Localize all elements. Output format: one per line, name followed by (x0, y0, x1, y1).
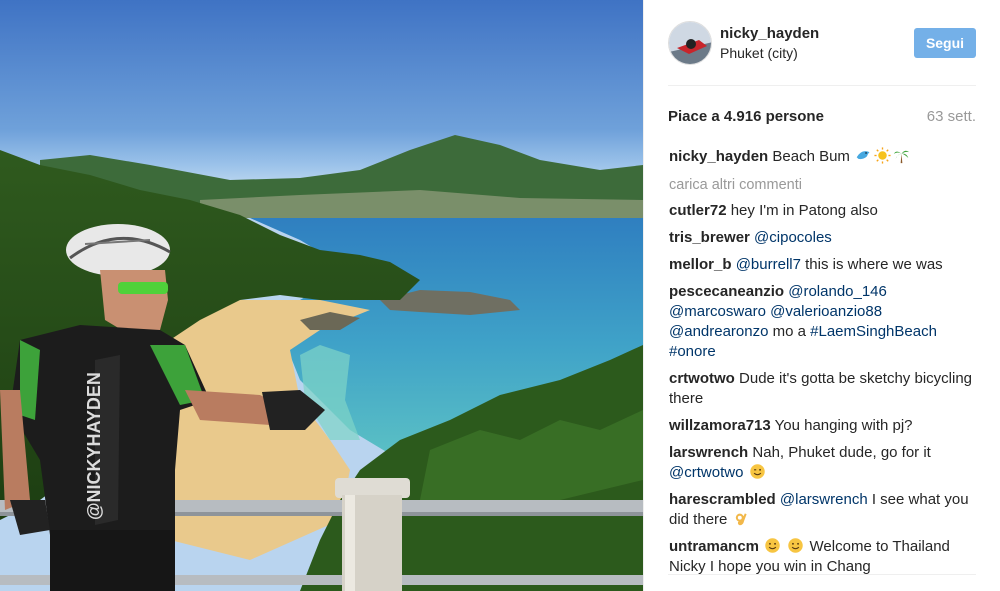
sun-emoji (874, 147, 891, 164)
comment-row: larswrench Nah, Phuket dude, go for it @… (669, 443, 980, 483)
ok-hand-emoji (735, 513, 747, 526)
comment-row: cutler72 hey I'm in Patong also (669, 201, 980, 221)
smile-emoji (788, 538, 804, 553)
comment-username[interactable]: cutler72 (669, 202, 727, 219)
mention-link[interactable]: @andrearonzo (669, 323, 768, 340)
comment-row: pescecaneanzio @rolando_146 @marcoswaro … (669, 282, 980, 362)
comment-text: Nah, Phuket dude, go for it (752, 444, 931, 461)
comment-text: mo a (768, 323, 811, 340)
comment-row: untramancm Welcome to Thailand Nicky I h… (669, 537, 980, 577)
mention-link[interactable]: @marcoswaro (669, 303, 766, 320)
comments-list: nicky_hayden Beach Bum carica altri comm… (669, 147, 980, 584)
comment-username[interactable]: pescecaneanzio (669, 283, 784, 300)
beach-scene: @NICKYHAYDEN (0, 135, 643, 591)
comment-username[interactable]: tris_brewer (669, 229, 750, 246)
comment-username[interactable]: mellor_b (669, 256, 732, 273)
divider (668, 574, 976, 575)
mention-link[interactable]: @crtwotwo (669, 464, 743, 481)
comment-row: harescrambled @larswrench I see what you… (669, 490, 980, 530)
mention-link[interactable]: #LaemSinghBeach (810, 323, 937, 340)
smile-emoji (765, 538, 780, 553)
comment-row: mellor_b @burrell7 this is where we was (669, 255, 980, 275)
comment-text (743, 464, 747, 481)
jersey-text: @NICKYHAYDEN (84, 372, 104, 520)
comment-username[interactable]: larswrench (669, 444, 748, 461)
avatar[interactable] (668, 21, 712, 65)
dolphin-emoji (856, 151, 870, 160)
load-more-comments-link[interactable]: carica altri commenti (669, 175, 980, 195)
comment-username[interactable]: crtwotwo (669, 370, 735, 387)
mention-link[interactable]: @cipocoles (754, 229, 832, 246)
wink-emoji (749, 464, 765, 479)
comment-text: hey I'm in Patong also (730, 202, 878, 219)
mention-link[interactable]: @burrell7 (736, 256, 801, 273)
comment-row: willzamora713 You hanging with pj? (669, 416, 980, 436)
comment-username[interactable]: harescrambled (669, 491, 776, 508)
post-caption: nicky_hayden Beach Bum (669, 147, 980, 167)
comment-row: tris_brewer @cipocoles (669, 228, 980, 248)
post-sidebar: nicky_hayden Phuket (city) Segui Piace a… (643, 0, 1000, 591)
post-photo[interactable]: @NICKYHAYDEN (0, 0, 643, 591)
palm-tree-emoji (893, 150, 910, 164)
caption-text: Beach Bum (772, 148, 850, 165)
mention-link[interactable]: @rolando_146 (788, 283, 887, 300)
mention-link[interactable]: @larswrench (780, 491, 868, 508)
comment-username[interactable]: untramancm (669, 538, 759, 555)
comment-row: crtwotwo Dude it's gotta be sketchy bicy… (669, 369, 980, 409)
post-header: nicky_hayden Phuket (city) Segui (668, 0, 976, 86)
follow-button[interactable]: Segui (914, 28, 976, 58)
post-author-username[interactable]: nicky_hayden (720, 25, 819, 42)
comment-username[interactable]: willzamora713 (669, 417, 771, 434)
likes-count[interactable]: Piace a 4.916 persone (668, 108, 824, 125)
mention-link[interactable]: @valerioanzio88 (770, 303, 882, 320)
likes-row: Piace a 4.916 persone 63 sett. (668, 108, 976, 130)
comment-text (782, 538, 786, 555)
comment-text: this is where we was (800, 256, 943, 273)
post-location[interactable]: Phuket (city) (720, 45, 798, 61)
caption-username[interactable]: nicky_hayden (669, 148, 768, 165)
comment-text: You hanging with pj? (774, 417, 913, 434)
mention-link[interactable]: #onore (669, 343, 716, 360)
post-timestamp[interactable]: 63 sett. (927, 108, 976, 125)
